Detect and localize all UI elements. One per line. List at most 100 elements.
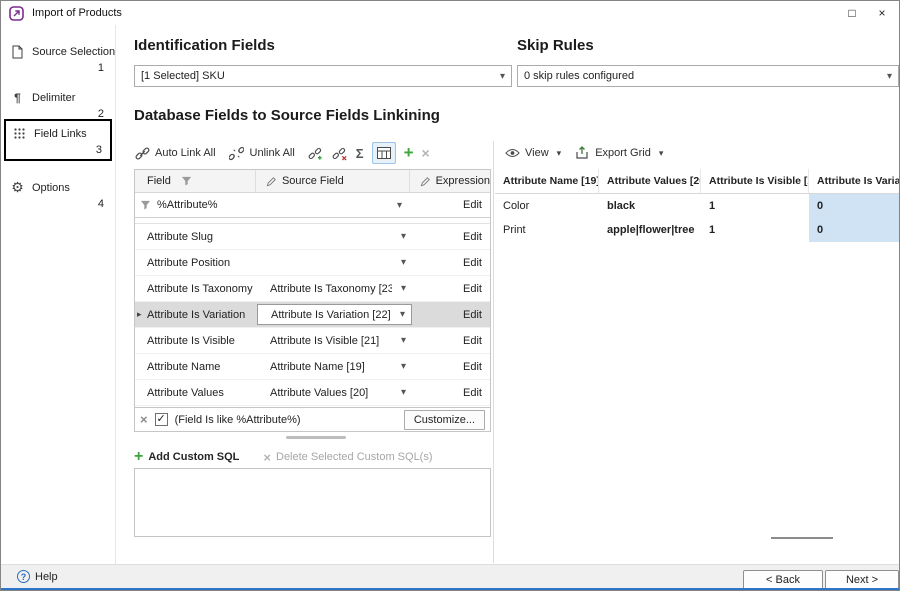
source-field-dropdown[interactable]: Attribute Is Visible [21] ▾ bbox=[257, 335, 412, 347]
pencil-icon bbox=[420, 176, 431, 187]
edit-link[interactable]: Edit bbox=[463, 361, 482, 373]
source-field-dropdown[interactable]: Attribute Name [19] ▾ bbox=[257, 361, 412, 373]
filter-funnel-icon[interactable] bbox=[181, 176, 192, 186]
column-header[interactable]: Attribute Values [20] bbox=[599, 169, 701, 193]
preview-grid-header: Attribute Name [19] Attribute Values [20… bbox=[495, 169, 899, 194]
chevron-down-icon[interactable]: ▾ bbox=[397, 200, 402, 211]
chain-link-icon bbox=[134, 145, 150, 161]
edit-link[interactable]: Edit bbox=[463, 283, 482, 295]
clear-filter-icon[interactable]: × bbox=[140, 412, 148, 427]
help-link[interactable]: ? Help bbox=[17, 570, 58, 583]
link-remove-button[interactable] bbox=[332, 145, 348, 161]
edit-link[interactable]: Edit bbox=[463, 309, 482, 321]
add-row-button[interactable]: + bbox=[404, 145, 414, 161]
step-label: Delimiter bbox=[32, 92, 75, 104]
delete-custom-sql-button[interactable]: × Delete Selected Custom SQL(s) bbox=[263, 450, 432, 465]
sidebar-item-field-links[interactable]: Field Links 3 bbox=[4, 119, 112, 161]
help-label: Help bbox=[35, 571, 58, 583]
custom-sql-list[interactable] bbox=[134, 468, 491, 537]
edit-link[interactable]: Edit bbox=[463, 199, 482, 211]
field-links-grid: Field Source Field Expression bbox=[134, 169, 491, 432]
maximize-button[interactable]: □ bbox=[837, 1, 867, 25]
sigma-icon: Σ bbox=[356, 146, 364, 161]
edit-link[interactable]: Edit bbox=[463, 231, 482, 243]
column-header[interactable]: Attribute Is Variation bbox=[809, 169, 899, 193]
column-header-source-field[interactable]: Source Field bbox=[256, 170, 410, 192]
chevron-down-icon: ▾ bbox=[400, 309, 405, 320]
chevron-down-icon: ▾ bbox=[500, 71, 505, 82]
back-button[interactable]: < Back bbox=[743, 570, 823, 590]
window-title: Import of Products bbox=[32, 7, 122, 19]
highlighted-cell: 0 bbox=[809, 194, 899, 218]
add-custom-sql-button[interactable]: + Add Custom SQL bbox=[134, 448, 239, 466]
grid-filter-row[interactable]: %Attribute% ▾ Edit bbox=[135, 193, 490, 218]
auto-link-all-button[interactable]: Auto Link All bbox=[134, 145, 216, 161]
step-label: Source Selection bbox=[32, 46, 115, 58]
link-add-button[interactable] bbox=[308, 145, 324, 161]
column-header-expression[interactable]: Expression bbox=[410, 170, 490, 192]
source-field-dropdown[interactable]: ▾ bbox=[257, 257, 412, 268]
chevron-down-icon: ▾ bbox=[401, 387, 406, 398]
skip-rules-dropdown[interactable]: 0 skip rules configured ▾ bbox=[517, 65, 899, 87]
table-row[interactable]: Attribute Values Attribute Values [20] ▾… bbox=[135, 380, 490, 406]
delete-row-button[interactable]: × bbox=[422, 145, 430, 161]
horizontal-scrollbar-thumb[interactable] bbox=[771, 537, 833, 539]
edit-link[interactable]: Edit bbox=[463, 387, 482, 399]
chevron-down-icon: ▾ bbox=[401, 361, 406, 372]
broken-chain-icon bbox=[229, 145, 245, 161]
source-field-dropdown[interactable]: ▾ bbox=[257, 231, 412, 242]
column-header[interactable]: Attribute Is Visible [21] bbox=[701, 169, 809, 193]
source-field-dropdown[interactable]: Attribute Is Variation [22] ▾ bbox=[257, 304, 412, 325]
custom-sql-bar: + Add Custom SQL × Delete Selected Custo… bbox=[134, 448, 433, 466]
highlighted-cell: 0 bbox=[809, 218, 899, 242]
customize-filter-button[interactable]: Customize... bbox=[404, 410, 485, 430]
identification-fields-value: [1 Selected] SKU bbox=[141, 70, 225, 82]
dot-grid-icon bbox=[12, 126, 27, 141]
horizontal-scrollbar-thumb[interactable] bbox=[286, 436, 346, 439]
link-plus-icon bbox=[308, 145, 324, 161]
next-button[interactable]: Next > bbox=[825, 570, 899, 590]
chevron-down-icon: ▾ bbox=[659, 148, 664, 159]
edit-link[interactable]: Edit bbox=[463, 335, 482, 347]
step-number: 4 bbox=[10, 198, 106, 210]
expression-sigma-button[interactable]: Σ bbox=[356, 146, 364, 161]
table-row[interactable]: Attribute Is Taxonomy Attribute Is Taxon… bbox=[135, 276, 490, 302]
identification-fields-dropdown[interactable]: [1 Selected] SKU ▾ bbox=[134, 65, 512, 87]
table-row[interactable]: Color black 1 0 bbox=[495, 194, 899, 218]
preview-toggle-button[interactable] bbox=[372, 142, 396, 164]
column-header[interactable]: Attribute Name [19] bbox=[495, 169, 599, 193]
delimiter-icon: ¶ bbox=[10, 90, 25, 105]
linking-heading: Database Fields to Source Fields Linkini… bbox=[134, 107, 440, 124]
unlink-all-button[interactable]: Unlink All bbox=[229, 145, 295, 161]
gear-icon: ⚙ bbox=[10, 180, 25, 195]
preview-grid: Attribute Name [19] Attribute Values [20… bbox=[495, 169, 899, 242]
auto-link-all-label: Auto Link All bbox=[155, 147, 216, 159]
sidebar-item-options[interactable]: ⚙ Options 4 bbox=[4, 175, 112, 213]
column-header-field[interactable]: Field bbox=[135, 170, 256, 192]
filter-value[interactable]: %Attribute% bbox=[157, 199, 218, 211]
sidebar-item-delimiter[interactable]: ¶ Delimiter 2 bbox=[4, 85, 112, 123]
source-field-dropdown[interactable]: Attribute Values [20] ▾ bbox=[257, 387, 412, 399]
preview-grid-icon bbox=[372, 142, 396, 164]
step-label: Field Links bbox=[34, 128, 87, 140]
preview-toolbar: View ▾ Export Grid ▾ bbox=[504, 141, 676, 165]
close-button[interactable]: × bbox=[867, 1, 897, 25]
table-row[interactable]: Attribute Is Visible Attribute Is Visibl… bbox=[135, 328, 490, 354]
link-cross-icon bbox=[332, 145, 348, 161]
edit-link[interactable]: Edit bbox=[463, 257, 482, 269]
table-row[interactable]: Attribute Name Attribute Name [19] ▾ Edi… bbox=[135, 354, 490, 380]
source-field-dropdown[interactable]: Attribute Is Taxonomy [23] ▾ bbox=[257, 283, 412, 295]
sidebar-item-source-selection[interactable]: Source Selection 1 bbox=[4, 39, 112, 77]
export-grid-button[interactable]: Export Grid ▾ bbox=[574, 145, 663, 161]
view-menu-button[interactable]: View ▾ bbox=[504, 145, 561, 161]
table-row[interactable]: Attribute Position ▾ Edit bbox=[135, 250, 490, 276]
import-wizard-window: Import of Products □ × Source Selection … bbox=[0, 0, 900, 591]
window-bottom-accent bbox=[1, 588, 899, 590]
help-icon: ? bbox=[17, 570, 30, 583]
identification-fields-heading: Identification Fields bbox=[134, 37, 275, 54]
filter-enabled-checkbox[interactable]: ✓ bbox=[155, 413, 168, 426]
table-row-selected[interactable]: ▸ Attribute Is Variation Attribute Is Va… bbox=[135, 302, 490, 328]
table-row[interactable]: Print apple|flower|tree 1 0 bbox=[495, 218, 899, 242]
cross-icon: × bbox=[422, 145, 430, 161]
table-row[interactable]: Attribute Slug ▾ Edit bbox=[135, 224, 490, 250]
